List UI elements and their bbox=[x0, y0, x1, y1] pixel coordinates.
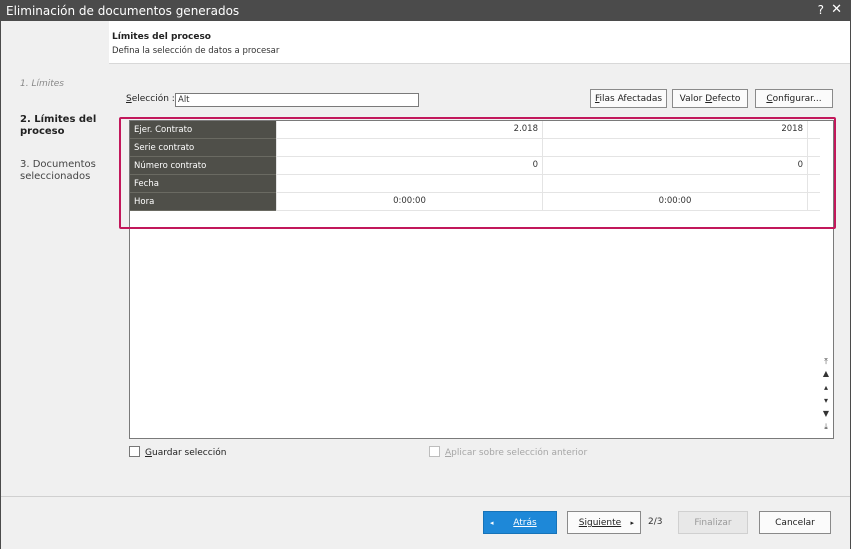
limits-grid: Ejer. Contrato 2.018 2018 Serie contrato… bbox=[129, 120, 834, 439]
grid-cell-from[interactable]: 2.018 bbox=[276, 121, 542, 138]
wizard-footer: ◂ Atrás Siguiente ▸ 2/3 Finalizar Cancel… bbox=[1, 496, 850, 549]
page-header: Límites del proceso Defina la selección … bbox=[109, 21, 850, 63]
checkbox-box[interactable] bbox=[429, 446, 440, 457]
window-title: Eliminación de documentos generados bbox=[6, 4, 240, 18]
aplicar-seleccion-anterior-checkbox[interactable]: Aplicar sobre selección anterior bbox=[429, 446, 587, 458]
grid-cell-to[interactable]: 2018 bbox=[542, 121, 808, 138]
guardar-seleccion-checkbox[interactable]: Guardar selección bbox=[129, 446, 226, 458]
grid-row-label: Hora bbox=[130, 193, 276, 211]
scroll-page-down-icon[interactable]: ▼ bbox=[821, 409, 831, 419]
grid-row: Hora 0:00:00 0:00:00 bbox=[130, 193, 820, 211]
checkbox-box[interactable] bbox=[129, 446, 140, 457]
wizard-steps-sidebar: 1. Límites 2. Límites del proceso 3. Doc… bbox=[1, 21, 109, 496]
title-bar: Eliminación de documentos generados ? ✕ bbox=[1, 1, 850, 21]
grid-cell-to[interactable]: 0:00:00 bbox=[542, 193, 808, 210]
scroll-last-icon[interactable]: ⤓ bbox=[821, 422, 831, 432]
grid-row: Ejer. Contrato 2.018 2018 bbox=[130, 121, 820, 139]
step-limites[interactable]: 1. Límites bbox=[20, 78, 64, 90]
finish-button[interactable]: Finalizar bbox=[678, 511, 748, 534]
selection-label: Selección : bbox=[126, 94, 175, 104]
step-limites-del-proceso[interactable]: 2. Límites del proceso bbox=[20, 114, 100, 138]
scroll-page-up-icon[interactable]: ▲ bbox=[821, 369, 831, 379]
configurar-button[interactable]: Configurar... bbox=[755, 89, 833, 108]
valor-defecto-button[interactable]: Valor Defecto bbox=[672, 89, 748, 108]
dialog-window: Eliminación de documentos generados ? ✕ … bbox=[0, 0, 851, 549]
selection-input[interactable]: Alt bbox=[175, 93, 419, 107]
step-documentos-seleccionados[interactable]: 3. Documentos seleccionados bbox=[20, 159, 106, 183]
close-button[interactable]: ✕ bbox=[831, 2, 842, 17]
grid-row-label: Fecha bbox=[130, 175, 276, 193]
grid-cell-from[interactable]: 0:00:00 bbox=[276, 193, 542, 210]
grid-cell-to[interactable]: 0 bbox=[542, 157, 808, 174]
cancel-button[interactable]: Cancelar bbox=[759, 511, 831, 534]
page-title: Límites del proceso bbox=[112, 32, 211, 42]
filas-afectadas-button[interactable]: Filas Afectadas bbox=[590, 89, 667, 108]
chevron-left-icon: ◂ bbox=[490, 519, 494, 527]
grid-cell-from[interactable] bbox=[276, 175, 542, 192]
grid-row: Número contrato 0 0 bbox=[130, 157, 820, 175]
grid-row-label: Serie contrato bbox=[130, 139, 276, 157]
grid-row-label: Número contrato bbox=[130, 157, 276, 175]
grid-cell-to[interactable] bbox=[542, 139, 808, 156]
next-button[interactable]: Siguiente ▸ bbox=[567, 511, 641, 534]
grid-cell-to[interactable] bbox=[542, 175, 808, 192]
scroll-up-icon[interactable]: ▴ bbox=[821, 383, 831, 393]
grid-scrollbar[interactable]: ⤒ ▲ ▴ ▾ ▼ ⤓ bbox=[819, 357, 833, 437]
scroll-first-icon[interactable]: ⤒ bbox=[821, 357, 831, 367]
grid-row-label: Ejer. Contrato bbox=[130, 121, 276, 139]
chevron-right-icon: ▸ bbox=[630, 519, 634, 527]
grid-row: Fecha bbox=[130, 175, 820, 193]
page-indicator: 2/3 bbox=[648, 517, 663, 527]
grid-row: Serie contrato bbox=[130, 139, 820, 157]
grid-cell-from[interactable] bbox=[276, 139, 542, 156]
grid-cell-from[interactable]: 0 bbox=[276, 157, 542, 174]
page-subtitle: Defina la selección de datos a procesar bbox=[112, 46, 280, 56]
help-button[interactable]: ? bbox=[818, 3, 824, 17]
scroll-down-icon[interactable]: ▾ bbox=[821, 396, 831, 406]
back-button[interactable]: ◂ Atrás bbox=[483, 511, 557, 534]
main-content: Selección : Alt Filas Afectadas Valor De… bbox=[109, 63, 850, 496]
